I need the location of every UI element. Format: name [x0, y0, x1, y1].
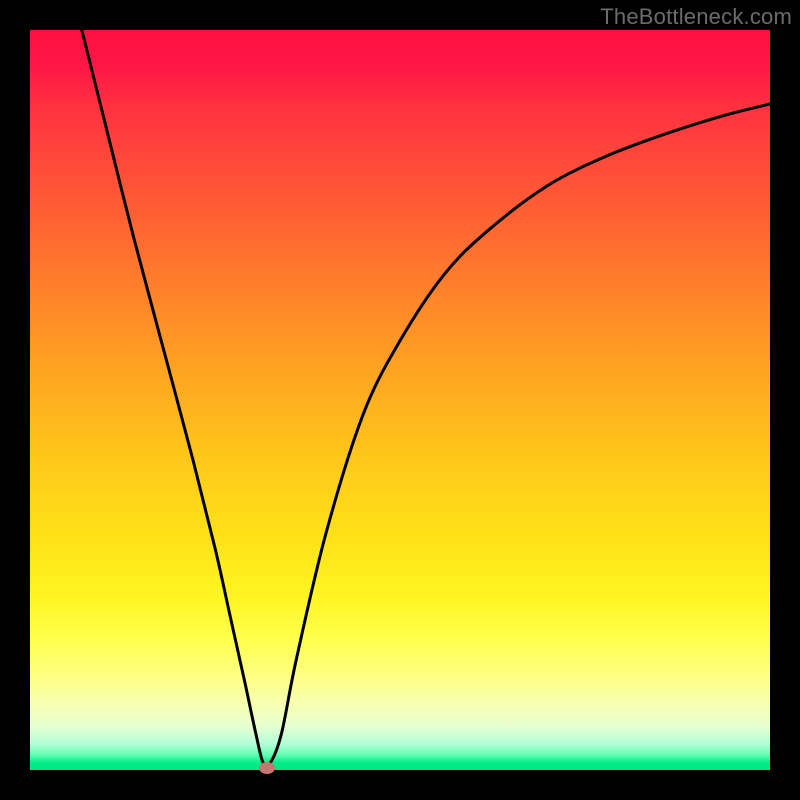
plot-area [30, 30, 770, 770]
watermark-text: TheBottleneck.com [600, 4, 792, 30]
bottleneck-curve [30, 30, 770, 770]
chart-container: TheBottleneck.com [0, 0, 800, 800]
optimal-point-marker [259, 762, 275, 774]
